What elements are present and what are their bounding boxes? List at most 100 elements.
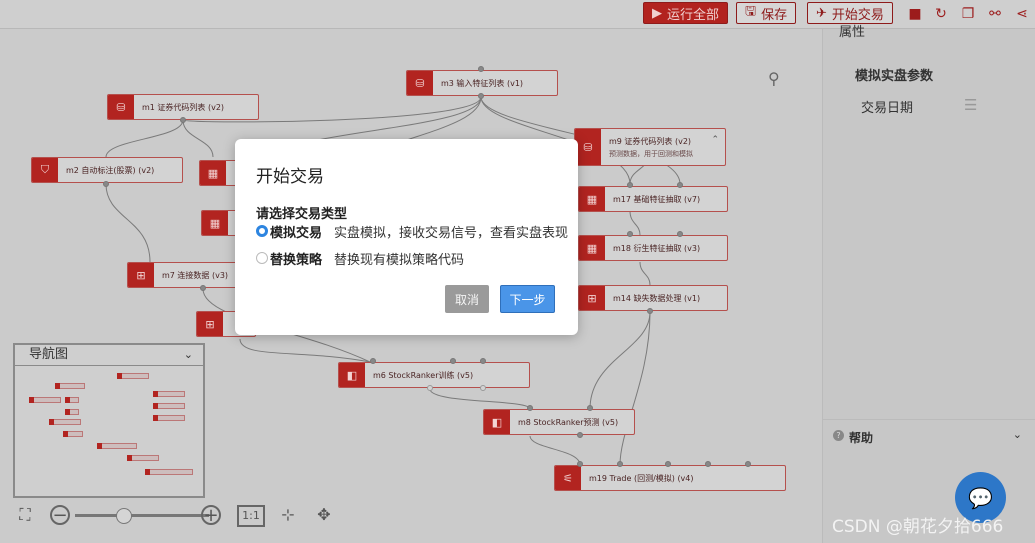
share-icon[interactable]: ⋖ [1013, 5, 1031, 23]
input-port[interactable] [627, 231, 633, 237]
help-title: 帮助 [849, 431, 874, 445]
navigator-minimap[interactable] [17, 369, 203, 495]
run-all-button[interactable]: ▶ 运行全部 [643, 2, 729, 24]
option-name: 模拟交易 [270, 225, 323, 241]
cancel-button[interactable]: 取消 [445, 285, 489, 313]
help-section[interactable]: ? 帮助 ⌄ [823, 419, 1035, 450]
stop-icon[interactable]: ■ [906, 5, 924, 23]
input-port[interactable] [677, 231, 683, 237]
output-port[interactable] [647, 308, 653, 314]
save-icon: 🖫 [745, 4, 757, 19]
start-trading-dialog: 开始交易 请选择交易类型 模拟交易 实盘模拟，接收交易信号，查看实盘表现 替换策… [235, 139, 578, 335]
node-hidden-a[interactable]: ▦ [199, 160, 239, 186]
input-port[interactable] [370, 358, 376, 364]
input-port[interactable] [478, 66, 484, 72]
zoom-slider-handle[interactable] [116, 508, 132, 524]
input-port[interactable] [665, 461, 671, 467]
input-port[interactable] [677, 182, 683, 188]
zoom-in-button[interactable]: + [201, 505, 221, 525]
properties-panel: 属性 模拟实盘参数 交易日期 ☰ ? 帮助 ⌄ [822, 25, 1035, 543]
copy-icon[interactable]: ❐ [959, 5, 977, 23]
output-port[interactable] [180, 117, 186, 123]
output-port[interactable] [427, 385, 433, 391]
input-port[interactable] [745, 461, 751, 467]
database-icon: ⛁ [108, 95, 134, 119]
radio-button-checked[interactable] [256, 225, 268, 237]
fit-screen-icon[interactable]: ⛶ [12, 504, 38, 526]
node-label: m2 自动标注(股票) (v2) [66, 166, 155, 175]
input-port[interactable] [617, 461, 623, 467]
node-label: m7 连接数据 (v3) [162, 271, 229, 280]
move-icon[interactable]: ✥ [312, 504, 336, 526]
option-replace-strategy[interactable]: 替换策略 替换现有模拟策略代码 [256, 249, 465, 268]
help-icon: ? [833, 430, 844, 441]
watermark: CSDN @朝花夕拾666 [832, 517, 1004, 537]
node-label: m9 证券代码列表 (v2) [609, 137, 692, 146]
output-port[interactable] [478, 93, 484, 99]
predict-icon: ◧ [484, 410, 510, 434]
output-port[interactable] [480, 385, 486, 391]
node-label: m14 缺失数据处理 (v1) [613, 294, 701, 303]
node-m6[interactable]: ◧ m6 StockRanker训练 (v5) [338, 362, 530, 388]
option-simulated-trading[interactable]: 模拟交易 实盘模拟，接收交易信号，查看实盘表现 [256, 222, 568, 241]
node-label: m8 StockRanker预测 (v5) [518, 418, 619, 427]
tag-icon: ⛉ [32, 158, 58, 182]
grid-icon: ▦ [200, 161, 226, 185]
top-toolbar: ▶ 运行全部 🖫 保存 ✈ 开始交易 ■ ↻ ❐ ⚯ ⋖ [0, 0, 1035, 29]
chat-bubbles-icon: 💬 [968, 485, 993, 510]
input-port[interactable] [480, 358, 486, 364]
node-label: m3 输入特征列表 (v1) [441, 79, 524, 88]
save-button[interactable]: 🖫 保存 [736, 2, 797, 24]
navigator-header[interactable]: 导航图 ⌄ [15, 345, 203, 366]
input-port[interactable] [587, 405, 593, 411]
node-m8[interactable]: ◧ m8 StockRanker预测 (v5) [483, 409, 635, 435]
input-port[interactable] [705, 461, 711, 467]
radio-button[interactable] [256, 252, 268, 264]
input-port[interactable] [450, 358, 456, 364]
input-port[interactable] [627, 182, 633, 188]
node-m9[interactable]: ⛁ m9 证券代码列表 (v2) 预测数据，用于回测和模拟 ⌃ [574, 128, 726, 166]
table-icon: ⊞ [128, 263, 154, 287]
refresh-icon[interactable]: ↻ [932, 5, 950, 23]
node-m19[interactable]: ⚟ m19 Trade (回测/模拟) (v4) [554, 465, 786, 491]
output-port[interactable] [103, 181, 109, 187]
node-m2[interactable]: ⛉ m2 自动标注(股票) (v2) [31, 157, 183, 183]
table-icon: ⊞ [197, 312, 223, 336]
dialog-title: 开始交易 [256, 167, 324, 187]
training-icon: ◧ [339, 363, 365, 387]
option-name: 替换策略 [270, 252, 323, 268]
node-m18[interactable]: ▦ m18 衍生特征抽取 (v3) [578, 235, 728, 261]
node-m3[interactable]: ⛁ m3 输入特征列表 (v1) [406, 70, 558, 96]
output-port[interactable] [200, 285, 206, 291]
play-icon: ▶ [652, 5, 662, 21]
actual-size-button[interactable]: 1:1 [237, 505, 265, 527]
center-icon[interactable]: ⊹ [276, 504, 300, 526]
node-label: m6 StockRanker训练 (v5) [373, 371, 474, 380]
input-port[interactable] [527, 405, 533, 411]
node-label: m1 证券代码列表 (v2) [142, 103, 225, 112]
navigator-title: 导航图 [29, 347, 69, 362]
field-label: 交易日期 [861, 101, 914, 116]
next-button[interactable]: 下一步 [500, 285, 555, 313]
run-all-label: 运行全部 [667, 7, 720, 23]
input-port[interactable] [577, 461, 583, 467]
grid-icon: ▦ [202, 211, 228, 235]
node-m17[interactable]: ▦ m17 基础特征抽取 (v7) [578, 186, 728, 212]
node-m14[interactable]: ⊞ m14 缺失数据处理 (v1) [578, 285, 728, 311]
menu-icon[interactable]: ☰ [964, 98, 979, 113]
option-description: 替换现有模拟策略代码 [334, 252, 465, 268]
collapse-icon[interactable]: ⌃ [711, 135, 719, 145]
rocket-icon: ✈ [816, 5, 827, 21]
search-icon[interactable]: ⚲ [768, 69, 788, 89]
output-port[interactable] [577, 432, 583, 438]
zoom-out-button[interactable]: − [50, 505, 70, 525]
chevron-down-icon[interactable]: ⌄ [184, 345, 193, 365]
start-trading-label: 开始交易 [831, 7, 884, 23]
zoom-slider[interactable] [75, 514, 209, 517]
grid-icon: ▦ [579, 236, 605, 260]
node-label: m18 衍生特征抽取 (v3) [613, 244, 701, 253]
link-icon[interactable]: ⚯ [986, 5, 1004, 23]
database-icon: ⛁ [575, 129, 601, 165]
section-title: 模拟实盘参数 [855, 69, 934, 84]
chevron-down-icon[interactable]: ⌄ [1013, 428, 1022, 441]
